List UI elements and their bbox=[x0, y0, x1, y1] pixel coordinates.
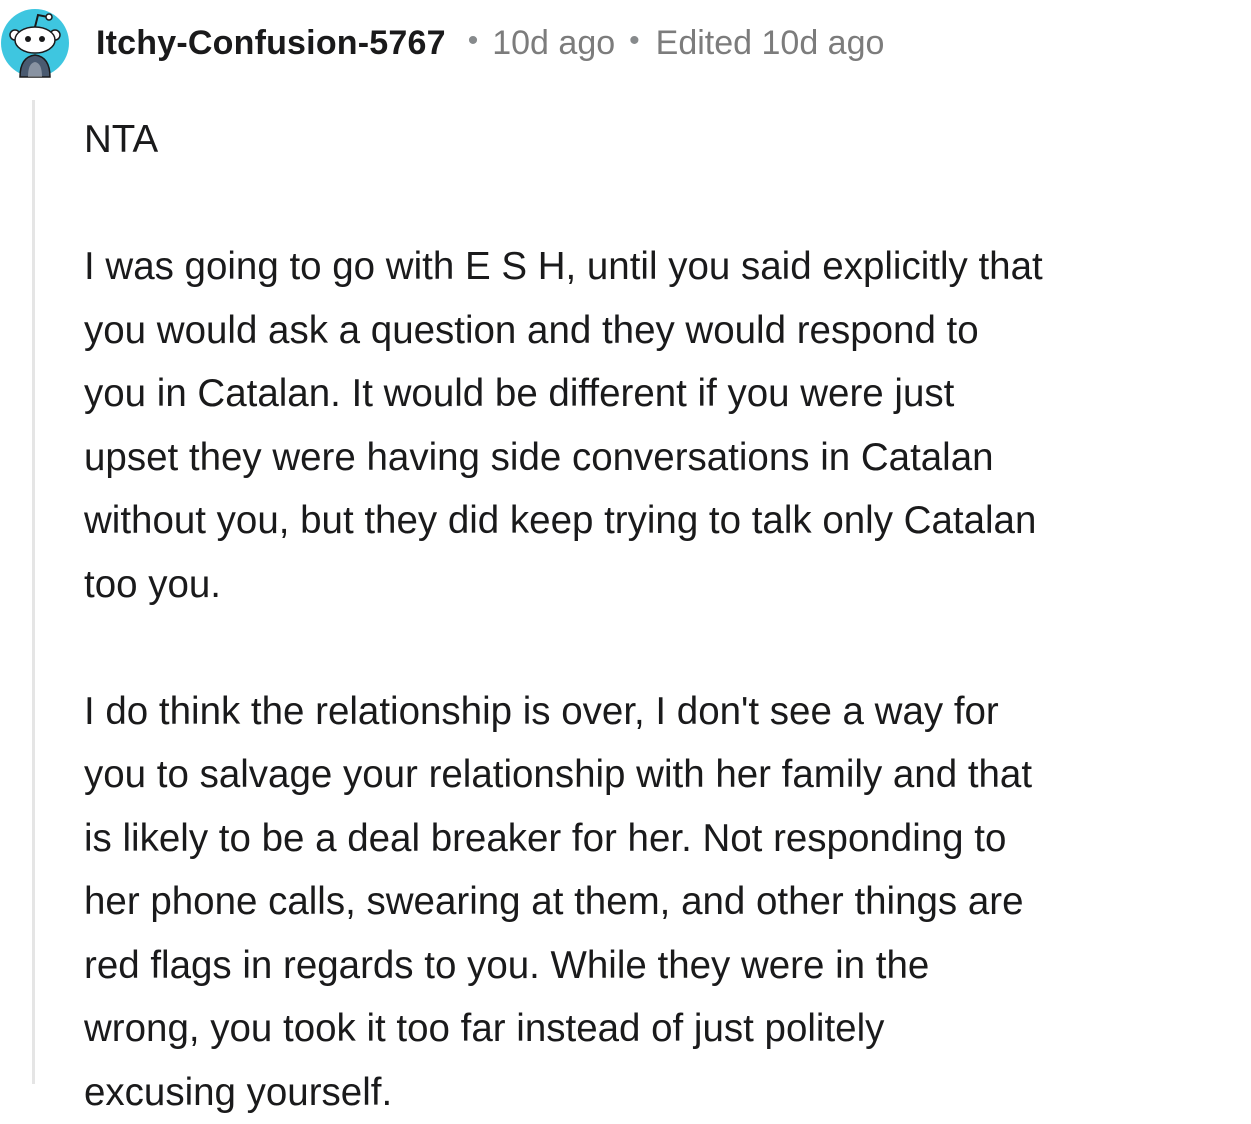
comment-header: Itchy-Confusion-5767 • 10d ago • Edited … bbox=[96, 20, 884, 66]
author-username[interactable]: Itchy-Confusion-5767 bbox=[96, 24, 446, 63]
meta-separator: • bbox=[629, 26, 640, 56]
comment-paragraph: NTA bbox=[84, 108, 1244, 172]
user-avatar[interactable] bbox=[0, 5, 70, 80]
snoo-avatar-icon bbox=[0, 5, 70, 80]
posted-time[interactable]: 10d ago bbox=[492, 24, 615, 63]
comment-body: NTA I was going to go with E S H, until … bbox=[84, 108, 1244, 1124]
comment-paragraph: I was going to go with E S H, until you … bbox=[84, 235, 1244, 616]
comment-paragraph: I do think the relationship is over, I d… bbox=[84, 680, 1244, 1124]
meta-separator: • bbox=[468, 26, 479, 56]
thread-collapse-line[interactable] bbox=[32, 100, 35, 1084]
edited-label: Edited 10d ago bbox=[656, 24, 885, 63]
comment: Itchy-Confusion-5767 • 10d ago • Edited … bbox=[0, 0, 1251, 1084]
